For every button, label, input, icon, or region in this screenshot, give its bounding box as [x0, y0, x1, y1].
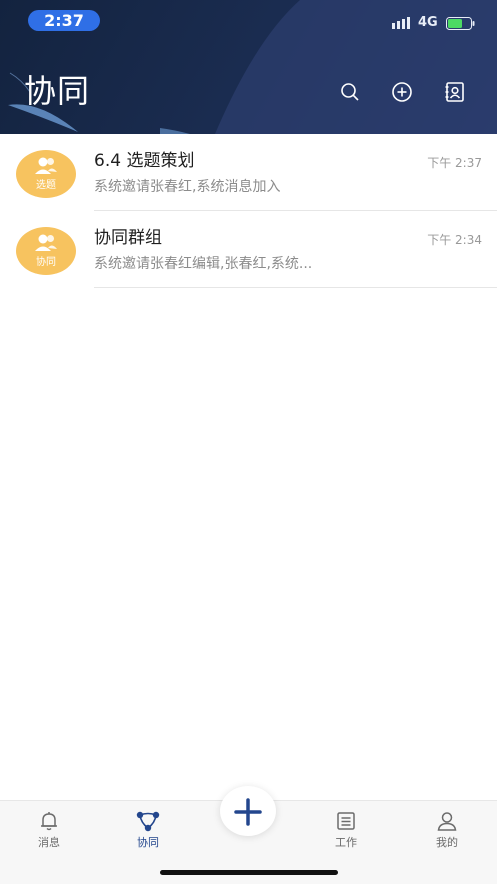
conversation-time: 下午 2:34 [427, 233, 482, 247]
conversation-preview: 系统邀请张春红,系统消息加入 [94, 179, 281, 195]
tab-label: 消息 [38, 836, 60, 849]
conversation-item[interactable]: 协同 协同群组 系统邀请张春红编辑,张春红,系统... 下午 2:34 [0, 211, 497, 288]
conversation-preview: 系统邀请张春红编辑,张春红,系统... [94, 256, 313, 272]
contacts-icon[interactable] [443, 80, 467, 104]
page-title: 协同 [24, 72, 91, 110]
avatar-label: 协同 [36, 257, 56, 268]
tab-label: 我的 [436, 836, 458, 849]
bell-icon [41, 812, 57, 831]
search-icon[interactable] [338, 80, 362, 104]
conversation-title: 协同群组 [94, 228, 162, 248]
conversation-item[interactable]: 选题 6.4 选题策划 系统邀请张春红,系统消息加入 下午 2:37 [0, 134, 497, 211]
plus-icon [234, 798, 262, 826]
tab-label: 协同 [137, 836, 159, 849]
tab-messages[interactable]: 消息 [19, 809, 79, 849]
tab-label: 工作 [335, 836, 357, 849]
create-button[interactable] [220, 786, 276, 836]
tab-collaboration[interactable]: 协同 [118, 809, 178, 849]
header: 2:37 4G 协同 [0, 0, 497, 134]
signal-strength-icon [392, 17, 410, 29]
divider [94, 287, 497, 288]
group-avatar: 选题 [16, 150, 76, 198]
work-list-icon [337, 812, 355, 830]
group-people-icon [35, 234, 57, 251]
battery-icon [446, 17, 475, 30]
group-avatar: 协同 [16, 227, 76, 275]
profile-icon [437, 812, 457, 831]
tab-work[interactable]: 工作 [316, 809, 376, 849]
home-indicator [160, 870, 338, 875]
avatar-label: 选题 [36, 180, 56, 191]
conversation-list: 选题 6.4 选题策划 系统邀请张春红,系统消息加入 下午 2:37 协同 协同… [0, 134, 497, 288]
network-type: 4G [418, 15, 438, 30]
group-people-icon [35, 157, 57, 174]
add-circle-icon[interactable] [390, 80, 414, 104]
status-bar-time: 2:37 [28, 10, 100, 31]
conversation-title: 6.4 选题策划 [94, 151, 195, 171]
tab-profile[interactable]: 我的 [417, 809, 477, 849]
conversation-time: 下午 2:37 [427, 156, 482, 170]
collaboration-icon [136, 811, 160, 832]
